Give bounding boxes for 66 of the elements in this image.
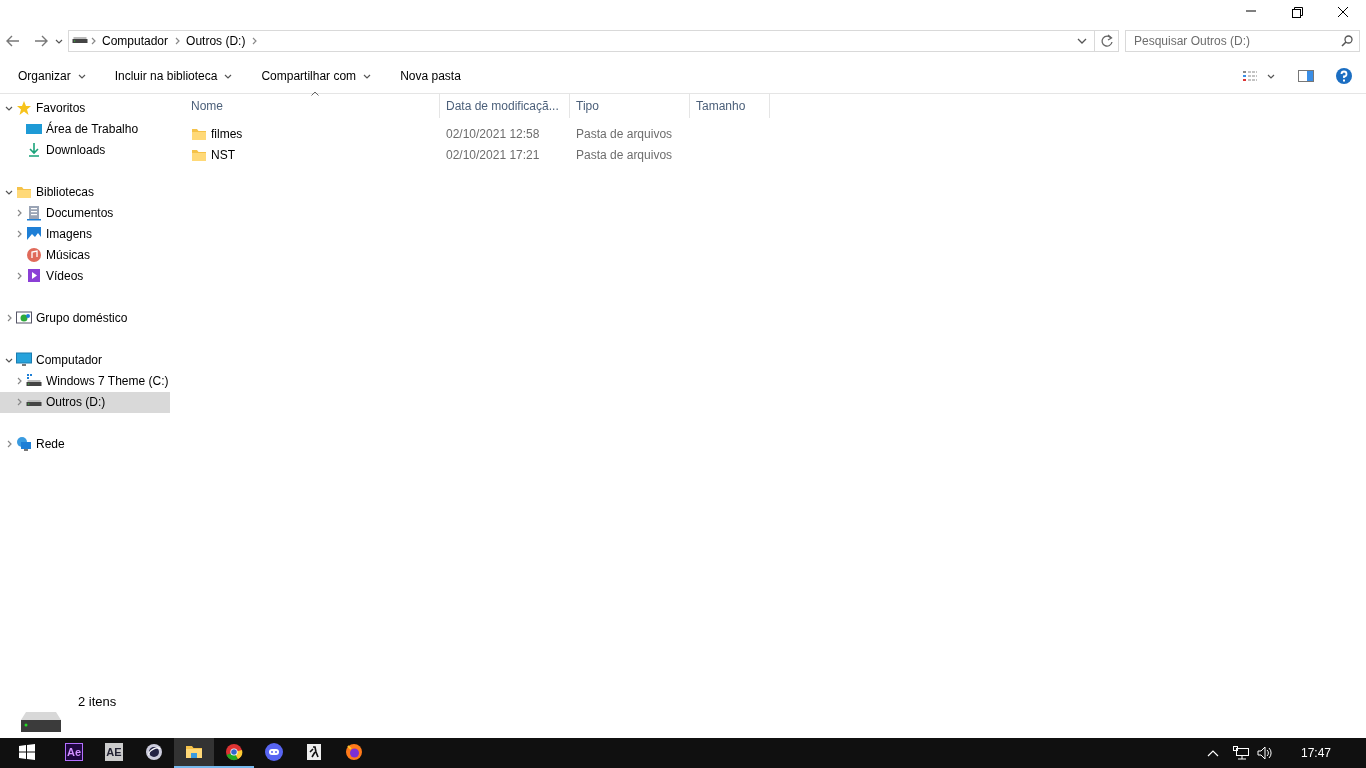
help-icon[interactable] bbox=[1336, 68, 1352, 85]
sphere-icon bbox=[145, 743, 163, 761]
toolbar-button[interactable]: Nova pasta bbox=[392, 63, 469, 90]
toolbar-button[interactable]: Compartilhar com bbox=[253, 63, 381, 90]
tree-item[interactable]: Imagens bbox=[0, 223, 170, 245]
column-header[interactable]: Data de modificaçã... bbox=[440, 93, 570, 118]
hard-drive-icon bbox=[20, 710, 62, 735]
document-icon bbox=[26, 205, 42, 222]
tree-item[interactable]: Rede bbox=[0, 433, 170, 455]
view-options-icon[interactable] bbox=[1242, 70, 1258, 83]
breadcrumb-link[interactable]: Computador bbox=[98, 31, 173, 50]
music-note-icon bbox=[26, 247, 42, 264]
toolbar-button[interactable]: Organizar bbox=[10, 63, 95, 90]
folder-icon bbox=[16, 184, 32, 201]
sort-ascending-icon bbox=[311, 90, 319, 96]
table-cell-text: 02/10/2021 17:21 bbox=[445, 147, 541, 165]
file-name[interactable]: filmes bbox=[211, 125, 243, 144]
network-globe-icon bbox=[16, 436, 32, 453]
column-header[interactable]: Tamanho bbox=[690, 93, 770, 118]
chevron-up-icon[interactable] bbox=[1206, 749, 1219, 757]
table-cell-text: 02/10/2021 12:58 bbox=[445, 126, 541, 144]
table-cell-text: Pasta de arquivos bbox=[575, 126, 674, 144]
tree-item[interactable]: Computador bbox=[0, 349, 170, 371]
address-field[interactable]: Computador Outros (D:) bbox=[68, 29, 1119, 52]
breadcrumb-link[interactable]: Outros (D:) bbox=[182, 31, 250, 50]
search-icon bbox=[1341, 34, 1353, 47]
download-arrow-icon bbox=[26, 142, 42, 159]
tree-item[interactable]: Windows 7 Theme (C:) bbox=[0, 370, 170, 392]
search-field[interactable]: Pesquisar Outros (D:) bbox=[1125, 29, 1360, 52]
tree-item[interactable]: Grupo doméstico bbox=[0, 307, 170, 329]
table-cell-text: Pasta de arquivos bbox=[575, 147, 674, 165]
taskbar-app-button[interactable]: Ae bbox=[54, 738, 94, 768]
forward-arrow-icon[interactable] bbox=[34, 34, 48, 47]
clock[interactable]: 17:47 bbox=[1300, 744, 1331, 762]
close-icon[interactable] bbox=[1335, 4, 1351, 20]
back-arrow-icon[interactable] bbox=[6, 34, 20, 47]
file-name[interactable]: NST bbox=[211, 146, 235, 165]
tree-item[interactable]: Downloads bbox=[0, 139, 170, 161]
tree-item[interactable]: Outros (D:) bbox=[0, 391, 170, 413]
preview-pane-icon[interactable] bbox=[1298, 70, 1314, 83]
video-play-icon bbox=[26, 268, 42, 285]
refresh-icon[interactable] bbox=[1100, 33, 1114, 48]
windows-logo-icon bbox=[19, 744, 35, 760]
tree-item[interactable]: Documentos bbox=[0, 202, 170, 224]
taskbar-app-button[interactable]: AE bbox=[94, 738, 134, 768]
star-icon bbox=[16, 100, 32, 117]
column-header[interactable]: Tipo bbox=[570, 93, 690, 118]
tree-item[interactable]: Favoritos bbox=[0, 97, 170, 119]
homegroup-icon bbox=[16, 310, 32, 327]
folder-icon bbox=[191, 126, 207, 143]
volume-icon[interactable] bbox=[1256, 746, 1273, 760]
drive-icon bbox=[72, 36, 88, 45]
column-header[interactable]: Nome bbox=[185, 93, 440, 118]
monitor-icon bbox=[16, 352, 32, 369]
network-icon[interactable] bbox=[1232, 746, 1249, 760]
folder-icon bbox=[191, 147, 207, 164]
picture-icon bbox=[26, 226, 42, 243]
toolbar-button[interactable]: Incluir na biblioteca bbox=[106, 63, 242, 90]
taskbar-app-button[interactable] bbox=[174, 738, 214, 768]
tree-item[interactable]: Vídeos bbox=[0, 265, 170, 287]
tree-item[interactable]: Área de Trabalho bbox=[0, 118, 170, 140]
folder-icon bbox=[185, 743, 203, 761]
tree-item[interactable]: Músicas bbox=[0, 244, 170, 266]
item-count: 2 itens bbox=[78, 693, 117, 712]
restore-icon[interactable] bbox=[1289, 4, 1305, 20]
tree-item[interactable]: Bibliotecas bbox=[0, 181, 170, 203]
